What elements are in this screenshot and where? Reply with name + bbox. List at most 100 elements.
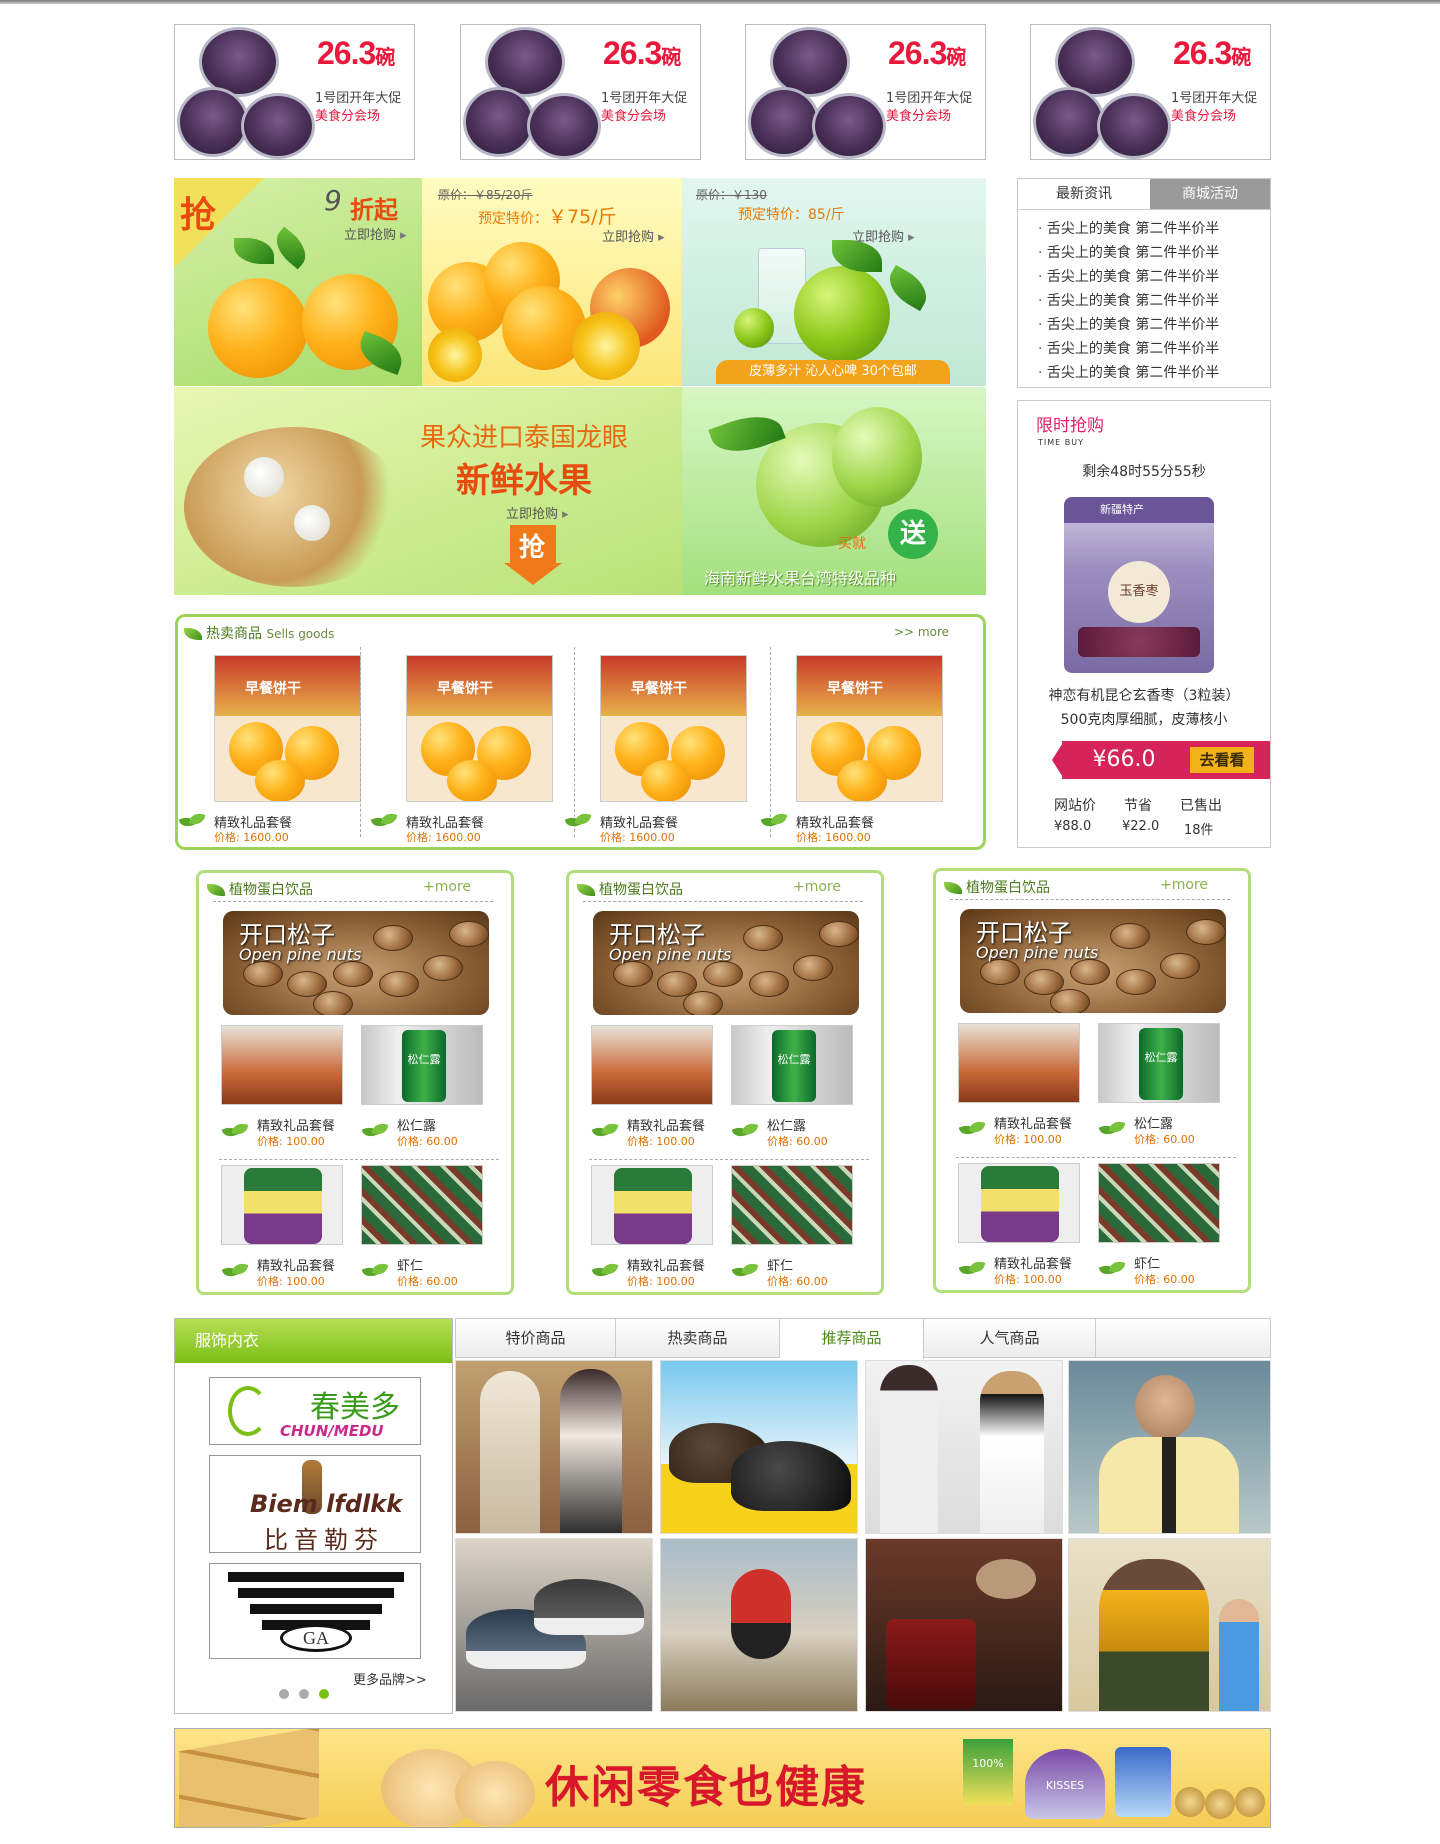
product-name[interactable]: 松仁露 (397, 1115, 436, 1134)
gift-badge: 送 (888, 509, 938, 559)
tab-recommended[interactable]: 推荐商品 (780, 1319, 924, 1359)
brand-logo-armani[interactable]: GA (209, 1563, 421, 1659)
product-price: 价格: 100.00 (257, 1275, 325, 1288)
plant-product-card[interactable]: 精致礼品套餐 价格: 100.00 (203, 1025, 343, 1153)
hot-product-card[interactable]: 早餐饼干 精致礼品套餐 价格: 1600.00 (370, 655, 553, 844)
product-name[interactable]: 精致礼品套餐 (257, 1115, 335, 1134)
product-price: 价格: 60.00 (1134, 1273, 1195, 1286)
fruit-tile-guava[interactable]: 买就 送 海南新鲜水果台湾特级品种 (682, 387, 986, 595)
leaf-image (268, 226, 314, 270)
product-name[interactable]: 精致礼品套餐 (627, 1255, 705, 1274)
brand-logo-biem[interactable]: Biem lfdlkk 比音勒芬 (209, 1455, 421, 1553)
fashion-photo-women-coats[interactable] (455, 1360, 653, 1534)
promo-banner-4[interactable]: 26.3碗 1号团开年大促 美食分会场 (1030, 24, 1271, 160)
plant-product-card[interactable]: 精致礼品套餐 价格: 100.00 (940, 1023, 1080, 1151)
news-item[interactable]: 舌尖上的美食 第二件半价半 (1038, 289, 1219, 313)
product-name[interactable]: 虾仁 (1134, 1253, 1160, 1272)
promo-price: 26.3碗 (888, 35, 966, 71)
shoes-photo[interactable] (660, 1360, 858, 1534)
news-item[interactable]: 舌尖上的美食 第二件半价半 (1038, 361, 1219, 385)
promo-line2: 美食分会场 (315, 109, 381, 124)
gift-box-image (958, 1023, 1080, 1103)
plant-more-link[interactable]: +more (793, 879, 841, 895)
buy-now-link[interactable]: 立即抢购 (602, 226, 665, 245)
product-name[interactable]: 精致礼品套餐 (994, 1253, 1072, 1272)
carousel-dot[interactable] (279, 1689, 289, 1699)
kisses-pack-image: KISSES (1025, 1749, 1105, 1819)
tab-special-offers[interactable]: 特价商品 (456, 1319, 616, 1357)
product-name[interactable]: 虾仁 (767, 1255, 793, 1274)
tab-latest-news[interactable]: 最新资讯 (1018, 179, 1150, 209)
promo-line1: 1号团开年大促 (886, 91, 973, 106)
promo-banner-2[interactable]: 26.3碗 1号团开年大促 美食分会场 (460, 24, 701, 160)
product-name[interactable]: 松仁露 (1134, 1113, 1173, 1132)
news-item[interactable]: 舌尖上的美食 第二件半价半 (1038, 217, 1219, 241)
sprout-icon (591, 1121, 621, 1145)
pine-nuts-banner[interactable]: 开口松子 Open pine nuts (223, 911, 489, 1015)
chocolate-tin-image (177, 87, 249, 157)
brand-cn: 春美多 (310, 1390, 400, 1425)
plant-product-card[interactable]: 虾仁 价格: 60.00 (713, 1165, 853, 1293)
pine-nuts-banner[interactable]: 开口松子 Open pine nuts (960, 909, 1226, 1013)
hot-product-card[interactable]: 早餐饼干 精致礼品套餐 价格: 1600.00 (564, 655, 747, 844)
product-price: 价格: 100.00 (627, 1135, 695, 1148)
handbag-photo[interactable] (865, 1538, 1063, 1712)
chocolate-tin-image (463, 87, 535, 157)
buy-now-link[interactable]: 立即抢购 (506, 503, 569, 522)
product-name[interactable]: 松仁露 (767, 1115, 806, 1134)
sprout-icon (178, 811, 208, 835)
carousel-dot[interactable] (299, 1689, 309, 1699)
product-name[interactable]: 精致礼品套餐 (627, 1115, 705, 1134)
hot-product-card[interactable]: 早餐饼干 精致礼品套餐 价格: 1600.00 (178, 655, 361, 844)
runner-photo[interactable] (660, 1538, 858, 1712)
sprout-icon (731, 1121, 761, 1145)
snack-banner[interactable]: 休闲零食也健康 100% KISSES (174, 1728, 1271, 1828)
plant-product-card[interactable]: 精致礼品套餐 价格: 100.00 (203, 1165, 343, 1293)
eagle-logo-icon: GA (280, 1624, 352, 1652)
tab-popular[interactable]: 人气商品 (924, 1319, 1096, 1357)
plant-product-card[interactable]: 精致礼品套餐 价格: 100.00 (573, 1165, 713, 1293)
tab-mall-activities[interactable]: 商城活动 (1150, 179, 1270, 209)
product-name[interactable]: 精致礼品套餐 (994, 1113, 1072, 1132)
hot-more-link[interactable]: >> more (894, 625, 949, 639)
sprout-icon (591, 1261, 621, 1285)
news-item[interactable]: 舌尖上的美食 第二件半价半 (1038, 313, 1219, 337)
product-name[interactable]: 虾仁 (397, 1255, 423, 1274)
plant-product-card[interactable]: 虾仁 价格: 60.00 (343, 1165, 483, 1293)
product-name[interactable]: 精致礼品套餐 (257, 1255, 335, 1274)
go-see-button[interactable]: 去看看 (1190, 747, 1254, 773)
news-item[interactable]: 舌尖上的美食 第二件半价半 (1038, 241, 1219, 265)
fruit-tile-lime[interactable]: 原价：￥130 预定特价：85/斤 立即抢购 皮薄多汁 沁人心啤 30个包邮 (682, 178, 986, 386)
backpacker-photo[interactable] (1068, 1538, 1271, 1712)
more-brands-link[interactable]: 更多品牌>> (353, 1669, 427, 1688)
banner-en: Open pine nuts (239, 945, 362, 964)
news-item[interactable]: 舌尖上的美食 第二件半价半 (1038, 265, 1219, 289)
plant-more-link[interactable]: +more (423, 879, 471, 895)
fashion-photo-women-white[interactable] (865, 1360, 1063, 1534)
plant-product-card[interactable]: 精致礼品套餐 价格: 100.00 (940, 1163, 1080, 1291)
plant-product-card[interactable]: 松仁露 松仁露 价格: 60.00 (343, 1025, 483, 1153)
plant-product-card[interactable]: 松仁露 松仁露 价格: 60.00 (1080, 1023, 1220, 1151)
carousel-dot-active[interactable] (319, 1689, 329, 1699)
sneakers-photo[interactable] (455, 1538, 653, 1712)
jujube-bag-image[interactable]: 新疆特产 玉香枣 (1064, 497, 1214, 673)
news-item[interactable]: 舌尖上的美食 第二件半价半 (1038, 337, 1219, 361)
pine-nuts-banner[interactable]: 开口松子 Open pine nuts (593, 911, 859, 1015)
plant-product-card[interactable]: 精致礼品套餐 价格: 100.00 (573, 1025, 713, 1153)
tab-hot-items[interactable]: 热卖商品 (616, 1319, 780, 1357)
fruit-tile-longan[interactable]: 果众进口泰国龙眼 新鲜水果 立即抢购 抢 (174, 387, 682, 595)
sprout-icon (564, 811, 594, 835)
buy-now-link[interactable]: 立即抢购 (344, 224, 407, 243)
promo-banner-3[interactable]: 26.3碗 1号团开年大促 美食分会场 (745, 24, 986, 160)
fruit-tile-oranges[interactable]: 原价：￥85/20斤 预定特价：￥75/斤 立即抢购 (422, 178, 682, 386)
plant-product-card[interactable]: 松仁露 松仁露 价格: 60.00 (713, 1025, 853, 1153)
fashion-photo-man-cardigan[interactable] (1068, 1360, 1271, 1534)
plant-more-link[interactable]: +more (1160, 877, 1208, 893)
promo-banner-1[interactable]: 26.3碗 1号团开年大促 美食分会场 (174, 24, 415, 160)
plant-product-card[interactable]: 虾仁 价格: 60.00 (1080, 1163, 1220, 1291)
hot-product-card[interactable]: 早餐饼干 精致礼品套餐 价格: 1600.00 (760, 655, 943, 844)
fruit-tile-discount[interactable]: 抢 9 折起 立即抢购 (174, 178, 422, 386)
chocolate-tin-image (748, 87, 820, 157)
brand-logo-chunmeiduo[interactable]: 春美多 CHUN/MEDU (209, 1377, 421, 1445)
product-price: 价格: 60.00 (397, 1275, 458, 1288)
